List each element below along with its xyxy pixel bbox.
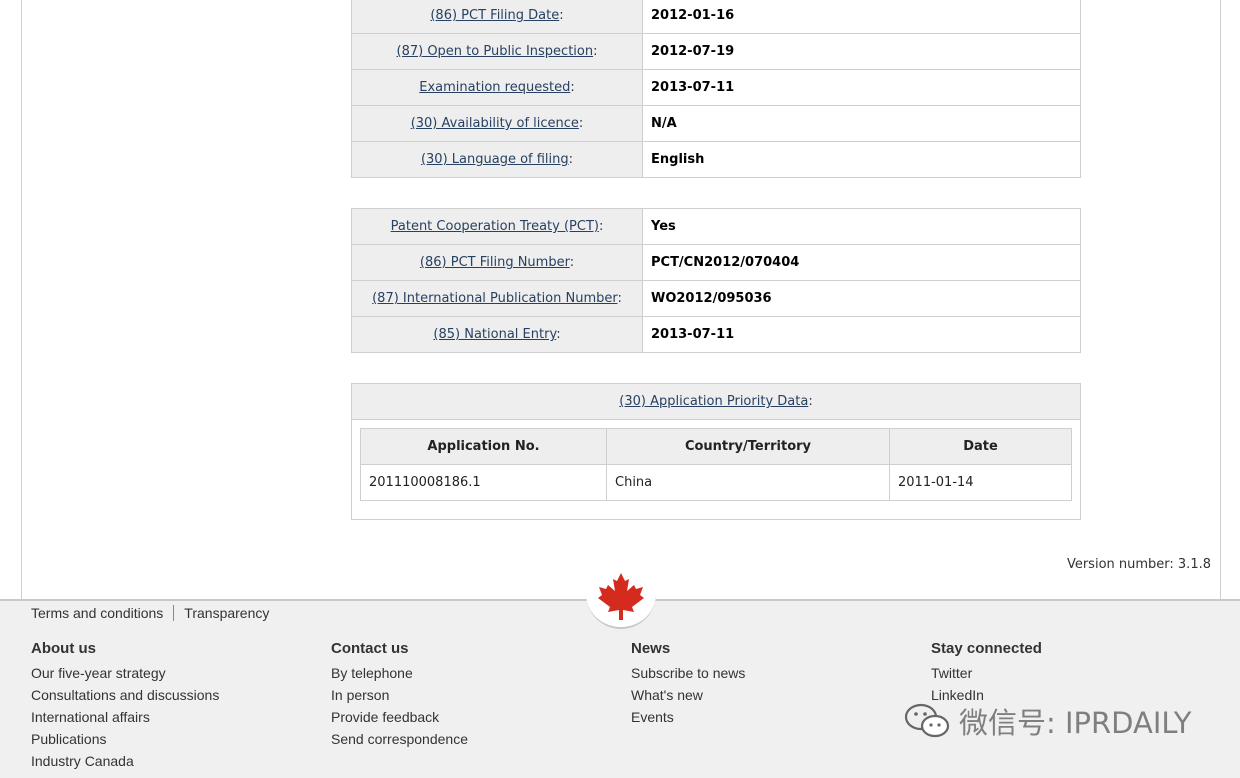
wechat-watermark: 微信号: IPRDAILY: [903, 700, 1191, 742]
column-header-date: Date: [889, 428, 1072, 465]
priority-data-heading: (30) Application Priority Data:: [352, 384, 1080, 420]
priority-table-header: Application No. Country/Territory Date: [360, 428, 1072, 465]
language-of-filing-value: English: [642, 141, 1081, 178]
footer-link-publications[interactable]: Publications: [31, 728, 219, 750]
footer-link-subscribe[interactable]: Subscribe to news: [631, 662, 745, 684]
patent-info-table: (86) PCT Filing Date: 2012-01-16 (87) Op…: [351, 0, 1081, 178]
table-row: Patent Cooperation Treaty (PCT): Yes: [351, 208, 1081, 245]
transparency-link[interactable]: Transparency: [184, 605, 269, 621]
table-row: (86) PCT Filing Date: 2012-01-16: [351, 0, 1081, 34]
international-publication-number-link[interactable]: (87) International Publication Number: [372, 291, 617, 306]
footer-column-stay-connected: Stay connected Twitter LinkedIn: [931, 640, 1042, 706]
wechat-icon: [904, 703, 950, 738]
footer-column-about: About us Our five-year strategy Consulta…: [31, 640, 219, 772]
international-publication-number-value: WO2012/095036: [642, 280, 1081, 317]
priority-country: China: [606, 464, 890, 501]
footer-column-contact: Contact us By telephone In person Provid…: [331, 640, 468, 750]
footer-link-whats-new[interactable]: What's new: [631, 684, 745, 706]
availability-of-licence-link[interactable]: (30) Availability of licence: [411, 116, 579, 131]
pct-info-table: Patent Cooperation Treaty (PCT): Yes (86…: [351, 208, 1081, 353]
table-row: Examination requested: 2013-07-11: [351, 69, 1081, 106]
terms-and-conditions-link[interactable]: Terms and conditions: [31, 605, 163, 621]
footer-link-international[interactable]: International affairs: [31, 706, 219, 728]
national-entry-link[interactable]: (85) National Entry: [433, 327, 556, 342]
pct-filing-date-value: 2012-01-16: [642, 0, 1081, 34]
priority-data-panel: (30) Application Priority Data: Applicat…: [351, 383, 1081, 520]
footer-link-industry-canada[interactable]: Industry Canada: [31, 750, 219, 772]
footer-heading-news: News: [631, 640, 671, 657]
footer-link-events[interactable]: Events: [631, 706, 745, 728]
column-header-application-no: Application No.: [360, 428, 607, 465]
table-row: (87) Open to Public Inspection: 2012-07-…: [351, 33, 1081, 70]
divider: [173, 605, 175, 621]
footer-terms-bar: Terms and conditions Transparency: [31, 605, 269, 621]
table-row: (85) National Entry: 2013-07-11: [351, 316, 1081, 353]
pct-treaty-value: Yes: [642, 208, 1081, 245]
watermark-text: 微信号: IPRDAILY: [959, 706, 1192, 740]
table-row: (30) Availability of licence: N/A: [351, 105, 1081, 142]
examination-requested-value: 2013-07-11: [642, 69, 1081, 106]
pct-filing-number-link[interactable]: (86) PCT Filing Number: [420, 255, 570, 270]
footer-link-correspondence[interactable]: Send correspondence: [331, 728, 468, 750]
application-priority-data-link[interactable]: (30) Application Priority Data: [619, 394, 808, 409]
footer-heading-about: About us: [31, 640, 96, 657]
table-row: (86) PCT Filing Number: PCT/CN2012/07040…: [351, 244, 1081, 281]
open-to-public-inspection-link[interactable]: (87) Open to Public Inspection: [397, 44, 594, 59]
pct-treaty-link[interactable]: Patent Cooperation Treaty (PCT): [391, 219, 599, 234]
language-of-filing-link[interactable]: (30) Language of filing: [421, 152, 569, 167]
footer-link-telephone[interactable]: By telephone: [331, 662, 468, 684]
availability-of-licence-value: N/A: [642, 105, 1081, 142]
priority-application-no: 201110008186.1: [360, 464, 607, 501]
table-row: 201110008186.1 China 2011-01-14: [360, 464, 1072, 501]
table-row: (30) Language of filing: English: [351, 141, 1081, 178]
table-row: (87) International Publication Number: W…: [351, 280, 1081, 317]
priority-date: 2011-01-14: [889, 464, 1072, 501]
maple-leaf-badge: [586, 565, 656, 629]
footer-link-twitter[interactable]: Twitter: [931, 662, 1042, 684]
version-number: Version number: 3.1.8: [1066, 557, 1211, 572]
open-to-public-inspection-value: 2012-07-19: [642, 33, 1081, 70]
national-entry-value: 2013-07-11: [642, 316, 1081, 353]
footer-column-news: News Subscribe to news What's new Events: [631, 640, 745, 728]
footer-heading-contact: Contact us: [331, 640, 409, 657]
priority-table: Application No. Country/Territory Date 2…: [360, 428, 1072, 501]
footer-heading-stay-connected: Stay connected: [931, 640, 1042, 657]
footer-link-consultations[interactable]: Consultations and discussions: [31, 684, 219, 706]
pct-filing-date-link[interactable]: (86) PCT Filing Date: [430, 8, 559, 23]
footer-link-feedback[interactable]: Provide feedback: [331, 706, 468, 728]
examination-requested-link[interactable]: Examination requested: [419, 80, 570, 95]
footer-link-strategy[interactable]: Our five-year strategy: [31, 662, 219, 684]
maple-leaf-icon: [598, 573, 644, 620]
footer-link-in-person[interactable]: In person: [331, 684, 468, 706]
column-header-country: Country/Territory: [606, 428, 890, 465]
pct-filing-number-value: PCT/CN2012/070404: [642, 244, 1081, 281]
